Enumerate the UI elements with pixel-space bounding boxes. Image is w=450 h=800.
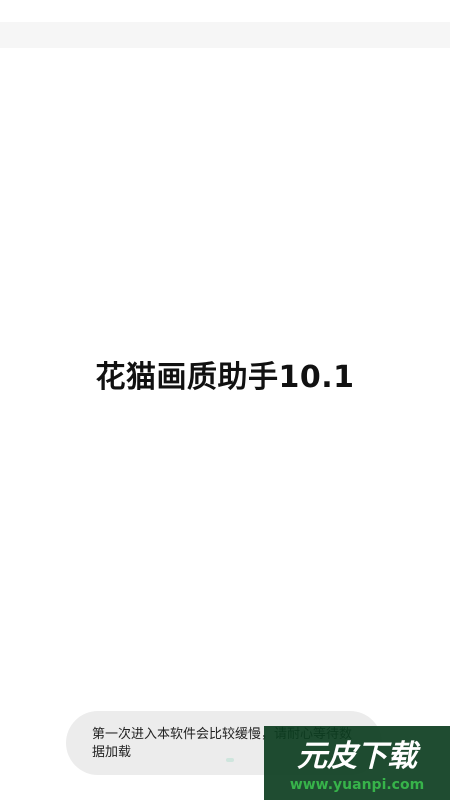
watermark-brand: 元皮下载 (297, 739, 421, 774)
splash-screen: 花猫画质助手10.1 第一次进入本软件会比较缓慢，请耐心等待数据加载 元皮下载 … (0, 0, 450, 800)
watermark-url: www.yuanpi.com (290, 777, 424, 793)
watermark-logo: 元皮下载 www.yuanpi.com (264, 726, 450, 800)
status-bar (0, 22, 450, 48)
app-title: 花猫画质助手10.1 (95, 360, 355, 395)
loading-indicator (226, 758, 234, 762)
watermark-logo-icon: 元皮下载 www.yuanpi.com (264, 726, 450, 800)
